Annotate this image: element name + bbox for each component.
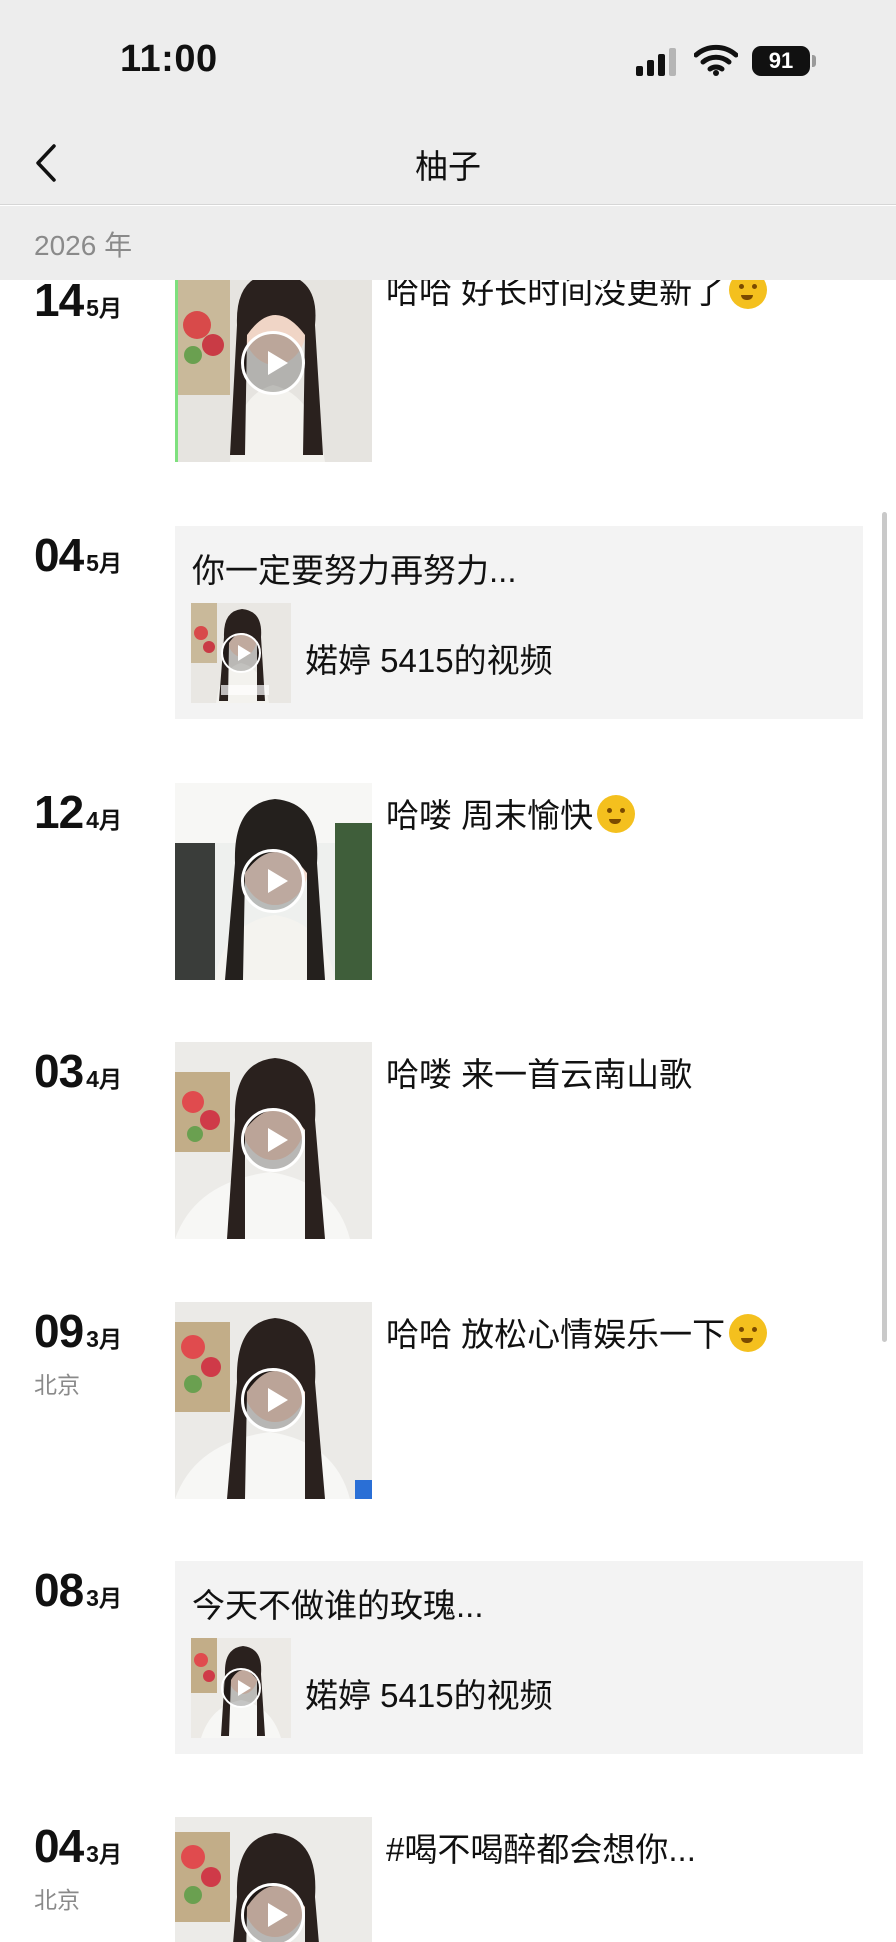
play-icon: [221, 1668, 261, 1708]
post-caption-text: 哈喽 周末愉快: [386, 797, 594, 834]
post-day: 04: [34, 529, 84, 581]
video-thumbnail[interactable]: [175, 1302, 372, 1499]
status-bar: 11:00 91: [0, 0, 896, 120]
post-day: 03: [34, 1045, 84, 1097]
post-caption-text: 哈哈 放松心情娱乐一下: [386, 1316, 726, 1353]
post-month: 4月: [86, 1066, 122, 1092]
video-thumbnail[interactable]: [175, 1042, 372, 1239]
year-header: 2026 年: [0, 206, 896, 280]
battery-icon: 91: [752, 46, 810, 76]
year-label: 2026 年: [34, 230, 133, 261]
post-month: 3月: [86, 1326, 122, 1352]
post-date: 12 4月: [34, 785, 122, 839]
share-thumbnail: [191, 1638, 291, 1738]
post-date: 04 5月: [34, 528, 122, 582]
post-month: 3月: [86, 1585, 122, 1611]
shared-video-card[interactable]: 你一定要努力再努力... 婼婷 5415的视频: [175, 526, 863, 719]
post-caption: 哈喽 周末愉快: [386, 789, 636, 837]
shared-video-card[interactable]: 今天不做谁的玫瑰... 婼婷 5415的视频: [175, 1561, 863, 1754]
post-date: 03 4月: [34, 1044, 122, 1098]
post-caption: 哈哈 放松心情娱乐一下: [386, 1308, 768, 1356]
moments-feed: 14 5月 哈哈 好长时间没更新了 04 5月 你一定要努力再努力... 婼婷 …: [0, 0, 896, 1942]
play-icon: [241, 1368, 305, 1432]
play-icon: [221, 633, 261, 673]
status-time: 11:00: [120, 38, 218, 80]
post-date: 14 5月: [34, 273, 122, 327]
play-icon: [241, 849, 305, 913]
post-date: 04 3月: [34, 1819, 122, 1873]
post-caption: 哈喽 来一首云南山歌: [386, 1056, 693, 1093]
post-day: 12: [34, 786, 84, 838]
post-day: 09: [34, 1305, 84, 1357]
kissing-face-emoji-icon: [597, 795, 636, 833]
post-caption: #喝不喝醉都会想你...: [386, 1831, 696, 1868]
share-title: 你一定要努力再努力...: [192, 552, 517, 589]
post-location: 北京: [34, 1372, 80, 1398]
share-title: 今天不做谁的玫瑰...: [192, 1587, 484, 1624]
video-thumbnail[interactable]: [175, 265, 372, 462]
post-month: 3月: [86, 1841, 122, 1867]
cellular-signal-icon: [636, 48, 678, 76]
post-month: 5月: [86, 550, 122, 576]
post-location: 北京: [34, 1887, 80, 1913]
scrollbar[interactable]: [882, 512, 887, 1342]
share-label: 婼婷 5415的视频: [305, 642, 553, 679]
post-month: 5月: [86, 295, 122, 321]
share-thumbnail: [191, 603, 291, 703]
post-day: 04: [34, 1820, 84, 1872]
page-title: 柚子: [415, 148, 481, 185]
rolling-laughing-emoji-icon: [729, 1314, 768, 1352]
video-thumbnail[interactable]: [175, 783, 372, 980]
play-icon: [241, 1108, 305, 1172]
wifi-icon: [694, 44, 738, 76]
nav-bar: 柚子: [0, 120, 896, 205]
share-label: 婼婷 5415的视频: [305, 1677, 553, 1714]
post-day: 08: [34, 1564, 84, 1616]
battery-tip: [812, 55, 816, 67]
post-date: 09 3月: [34, 1304, 122, 1358]
play-icon: [241, 1883, 305, 1942]
post-month: 4月: [86, 807, 122, 833]
post-date: 08 3月: [34, 1563, 122, 1617]
post-day: 14: [34, 274, 84, 326]
video-thumbnail[interactable]: [175, 1817, 372, 1942]
play-icon: [241, 331, 305, 395]
